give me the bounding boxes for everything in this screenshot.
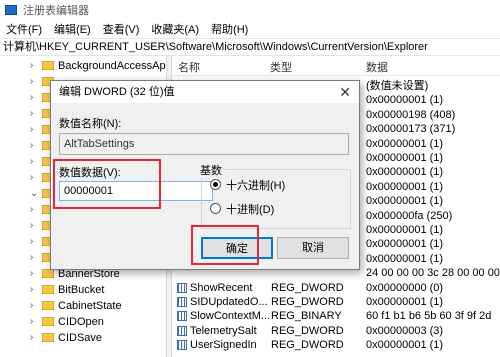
folder-icon: [42, 301, 54, 310]
close-icon[interactable]: ✕: [339, 81, 351, 103]
tree-item-label: BitBucket: [58, 284, 105, 296]
tree-item-label: CabinetState: [58, 300, 122, 312]
tree-item[interactable]: › CIDOpen: [0, 314, 166, 330]
chevron-right-icon[interactable]: ›: [30, 122, 33, 138]
folder-icon: [42, 317, 54, 326]
column-type-header[interactable]: 类型: [270, 59, 292, 75]
tree-item-label: BackgroundAccessAppli: [58, 60, 166, 72]
value-type: REG_DWORD: [271, 339, 344, 352]
registry-editor-window: 注册表编辑器 文件(F) 编辑(E) 查看(V) 收藏夹(A) 帮助(H) 计算…: [0, 0, 500, 357]
folder-icon: [42, 333, 54, 342]
chevron-right-icon[interactable]: ›: [30, 314, 33, 330]
value-data: 0x00000001 (1): [366, 339, 444, 352]
cancel-button[interactable]: 取消: [277, 237, 349, 259]
chevron-right-icon[interactable]: ›: [30, 234, 33, 250]
column-data-header[interactable]: 数据: [366, 59, 388, 75]
radix-label: 基数: [197, 162, 225, 178]
app-title: 注册表编辑器: [23, 5, 89, 17]
chevron-right-icon[interactable]: ›: [30, 106, 33, 122]
registry-value-icon: [177, 311, 187, 322]
chevron-right-icon[interactable]: ›: [30, 250, 33, 266]
value-list-header: 名称 类型 数据: [172, 56, 500, 76]
chevron-right-icon[interactable]: ›: [30, 218, 33, 234]
tree-item[interactable]: › CIDSave: [0, 330, 166, 346]
column-name-header[interactable]: 名称: [178, 59, 200, 75]
tree-item[interactable]: › BitBucket: [0, 282, 166, 298]
value-name: UserSignedIn: [190, 339, 257, 352]
chevron-right-icon[interactable]: ›: [30, 282, 33, 298]
registry-value-icon: [177, 297, 187, 307]
radix-dec-radio[interactable]: [210, 203, 221, 214]
radix-group: 十六进制(H) 十进制(D): [201, 169, 351, 229]
dialog-title-bar: 编辑 DWORD (32 位)值 ✕: [51, 81, 359, 103]
radix-hex-radio[interactable]: [210, 179, 221, 190]
dialog-title: 编辑 DWORD (32 位)值: [59, 86, 175, 98]
highlight-box-data: [53, 159, 161, 209]
chevron-right-icon[interactable]: ›: [30, 298, 33, 314]
title-bar: 注册表编辑器: [0, 0, 500, 20]
folder-icon: [42, 285, 54, 294]
address-bar[interactable]: 计算机\HKEY_CURRENT_USER\Software\Microsoft…: [0, 38, 500, 56]
menu-help[interactable]: 帮助(H): [205, 21, 254, 37]
radix-hex-label[interactable]: 十六进制(H): [226, 177, 285, 193]
folder-icon: [42, 269, 54, 278]
tree-item[interactable]: › CabinetState: [0, 298, 166, 314]
chevron-right-icon[interactable]: ›: [30, 90, 33, 106]
folder-icon: [42, 61, 54, 70]
menu-edit[interactable]: 编辑(E): [48, 21, 97, 37]
menu-file[interactable]: 文件(F): [0, 21, 48, 37]
registry-value-icon: [177, 340, 187, 351]
value-name-field: AltTabSettings: [59, 133, 349, 155]
registry-editor-icon: [5, 5, 17, 15]
value-name-label: 数值名称(N):: [59, 118, 122, 130]
chevron-right-icon[interactable]: ›: [30, 138, 33, 154]
highlight-box-ok: [191, 225, 259, 265]
chevron-right-icon[interactable]: ›: [30, 74, 33, 90]
tree-item-label: CIDSave: [58, 332, 103, 344]
tree-item[interactable]: › BackgroundAccessAppli: [0, 58, 166, 74]
edit-dword-dialog: 编辑 DWORD (32 位)值 ✕ 数值名称(N): AltTabSettin…: [50, 80, 360, 270]
chevron-right-icon[interactable]: ›: [30, 330, 33, 346]
menu-bar: 文件(F) 编辑(E) 查看(V) 收藏夹(A) 帮助(H): [0, 20, 500, 38]
chevron-right-icon[interactable]: ›: [30, 154, 33, 170]
tree-item-label: CIDOpen: [58, 316, 104, 328]
value-row[interactable]: UserSignedIn REG_DWORD 0x00000001 (1): [172, 337, 500, 353]
chevron-right-icon[interactable]: ›: [30, 170, 33, 186]
menu-favorites[interactable]: 收藏夹(A): [145, 21, 205, 37]
menu-view[interactable]: 查看(V): [97, 21, 146, 37]
chevron-down-icon[interactable]: ⌄: [30, 186, 38, 202]
radix-dec-label[interactable]: 十进制(D): [226, 201, 274, 217]
registry-value-icon: [177, 325, 187, 336]
registry-value-icon: [177, 282, 187, 293]
chevron-right-icon[interactable]: ›: [30, 202, 33, 218]
chevron-right-icon[interactable]: ›: [30, 266, 33, 282]
chevron-right-icon[interactable]: ›: [30, 58, 33, 74]
